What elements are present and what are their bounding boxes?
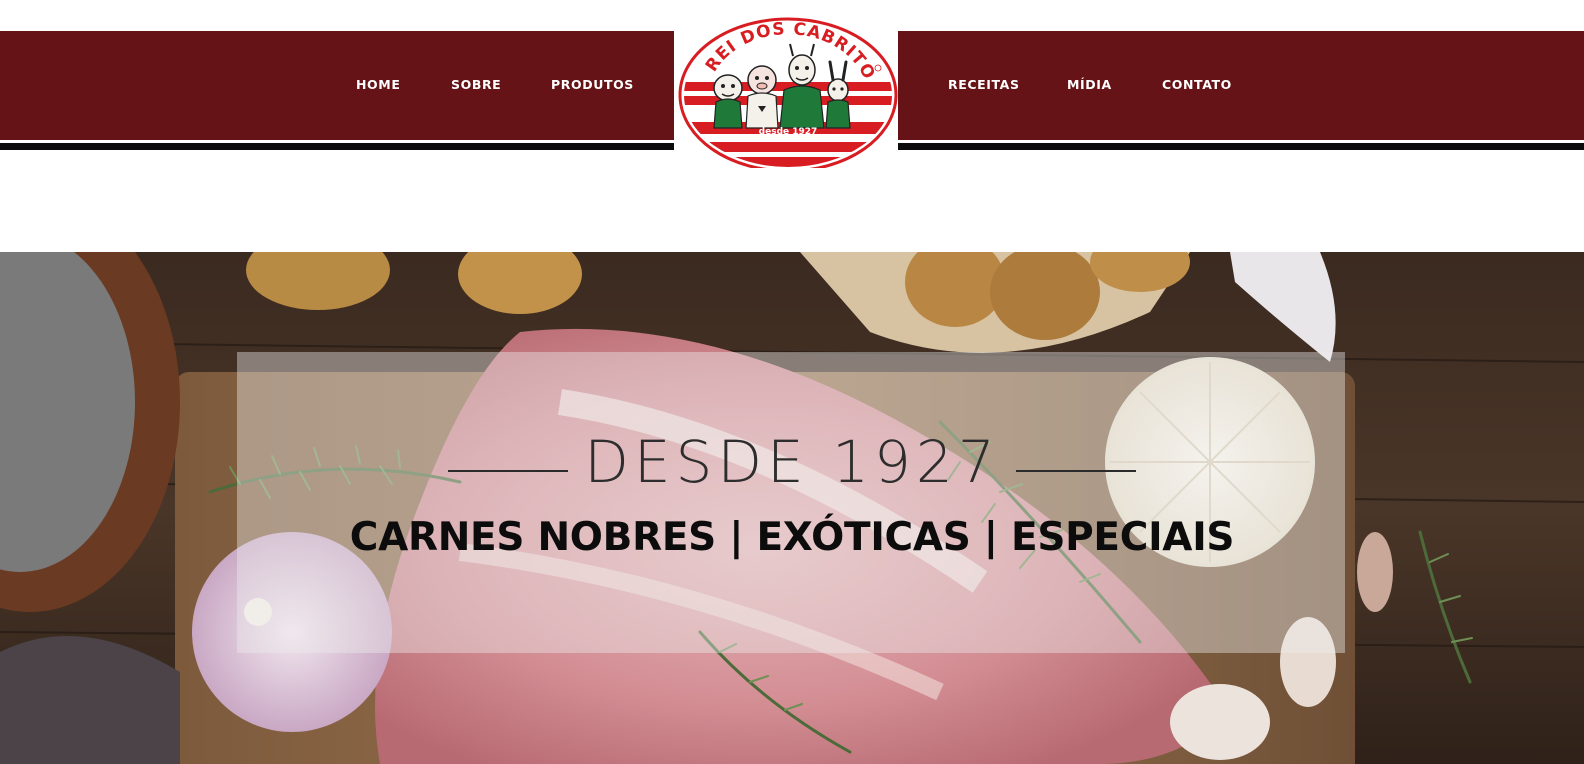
logo-since-text: desde 1927 (759, 127, 818, 137)
nav-underline-left (0, 143, 674, 150)
nav-receitas[interactable]: RECEITAS (948, 76, 1020, 94)
brand-logo[interactable]: O REI DOS CABRITOS (670, 0, 898, 173)
hero-tagline: CARNES NOBRES | EXÓTICAS | ESPECIAIS (349, 515, 1235, 560)
nav-contato[interactable]: CONTATO (1162, 76, 1232, 94)
logo-emblem: O REI DOS CABRITOS (670, 0, 898, 173)
nav-underline-right (898, 143, 1584, 150)
hero-text-panel (237, 352, 1345, 653)
site-header: HOME SOBRE PRODUTOS RECEITAS MÍDIA CONTA… (0, 0, 1584, 252)
nav-sobre[interactable]: SOBRE (451, 76, 501, 94)
nav-home[interactable]: HOME (356, 76, 400, 94)
nav-midia[interactable]: MÍDIA (1067, 76, 1112, 94)
nav-produtos[interactable]: PRODUTOS (551, 76, 634, 94)
hero-heading: DESDE 1927 (584, 428, 1000, 496)
